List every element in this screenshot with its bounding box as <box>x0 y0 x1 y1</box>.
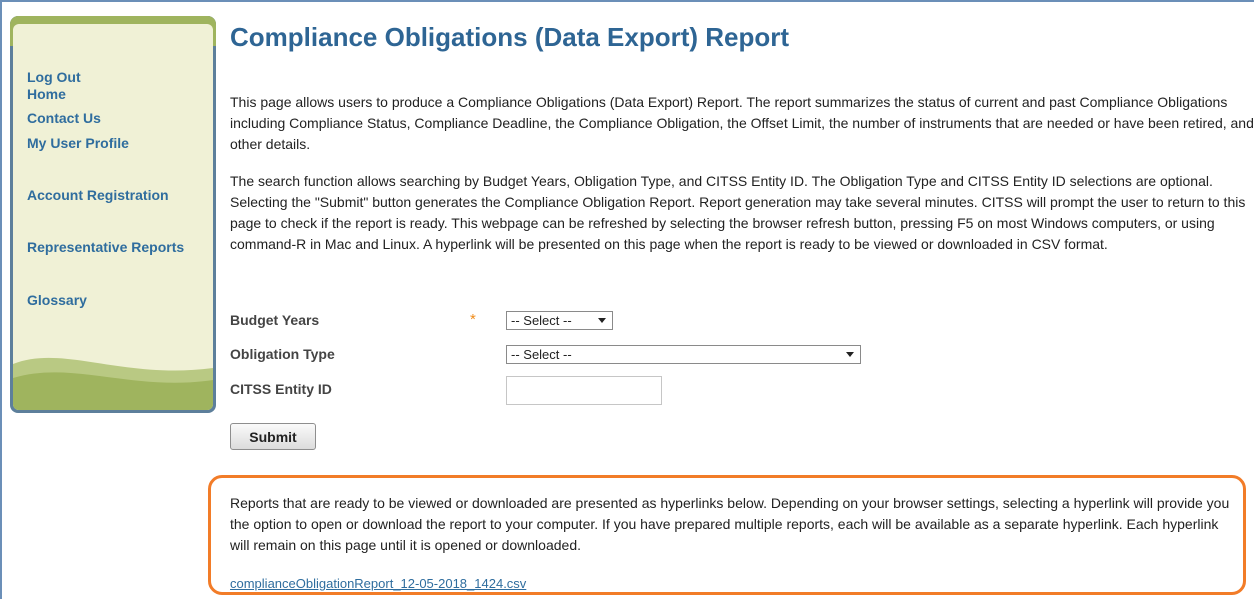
obligation-type-label: Obligation Type <box>230 346 335 362</box>
budget-years-label: Budget Years <box>230 312 320 328</box>
sidebar-item-representative-reports[interactable]: Representative Reports <box>27 239 184 255</box>
page-title: Compliance Obligations (Data Export) Rep… <box>230 22 790 52</box>
sidebar-nav: Log Out Home Contact Us My User Profile … <box>10 16 216 413</box>
obligation-type-select[interactable]: -- Select -- <box>506 345 861 364</box>
reports-info: Reports that are ready to be viewed or d… <box>230 495 1230 553</box>
citss-entity-id-label: CITSS Entity ID <box>230 381 332 397</box>
window-top-border <box>0 0 1254 2</box>
submit-button[interactable]: Submit <box>230 423 316 450</box>
sidebar-item-home[interactable]: Home <box>27 86 66 102</box>
window-left-border <box>0 0 2 599</box>
sidebar-item-contact-us[interactable]: Contact Us <box>27 110 101 126</box>
sidebar-wave-decoration <box>13 357 213 410</box>
budget-years-selected-value: -- Select -- <box>511 313 572 328</box>
chevron-down-icon <box>598 318 606 323</box>
sidebar-item-my-user-profile[interactable]: My User Profile <box>27 135 129 151</box>
sidebar-item-glossary[interactable]: Glossary <box>27 292 87 308</box>
sidebar-item-log-out[interactable]: Log Out <box>27 69 81 85</box>
sidebar-panel: Log Out Home Contact Us My User Profile … <box>13 24 213 410</box>
report-download-link[interactable]: complianceObligationReport_12-05-2018_14… <box>230 576 526 591</box>
search-instructions: The search function allows searching by … <box>230 173 1246 252</box>
sidebar-item-account-registration[interactable]: Account Registration <box>27 187 169 203</box>
chevron-down-icon <box>846 352 854 357</box>
required-indicator: * <box>470 311 476 328</box>
citss-entity-id-input[interactable] <box>506 376 662 405</box>
page-description: This page allows users to produce a Comp… <box>230 94 1254 152</box>
budget-years-select[interactable]: -- Select -- <box>506 311 613 330</box>
obligation-type-selected-value: -- Select -- <box>511 347 572 362</box>
